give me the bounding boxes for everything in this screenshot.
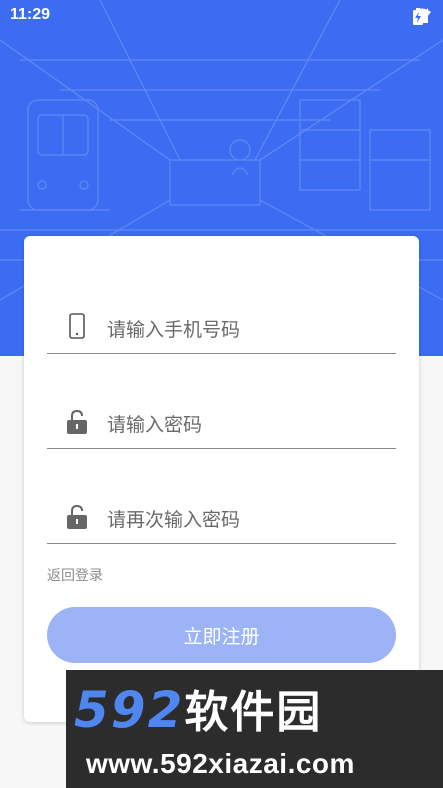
- password-input[interactable]: [107, 407, 387, 443]
- watermark-logo-text: 软件园: [184, 687, 323, 738]
- phone-field[interactable]: [47, 312, 396, 354]
- register-button[interactable]: 立即注册: [47, 607, 396, 663]
- back-to-login-link[interactable]: 返回登录: [47, 565, 103, 585]
- watermark-logo-number: 592: [74, 681, 185, 739]
- watermark-url: www.592xiazai.com: [86, 748, 355, 779]
- watermark-logo: 592软件园: [74, 676, 322, 740]
- battery-charging-icon: [413, 8, 423, 25]
- phone-input[interactable]: [107, 312, 387, 348]
- register-card: 返回登录 立即注册: [24, 236, 419, 722]
- password-field[interactable]: [47, 407, 396, 449]
- confirm-password-field[interactable]: [47, 502, 396, 544]
- status-time: 11:29: [10, 6, 51, 23]
- phone-icon: [69, 313, 85, 339]
- unlock-icon: [67, 504, 87, 529]
- watermark: 592软件园 www.592xiazai.com: [66, 670, 443, 788]
- status-bar: 11:29: [0, 0, 443, 32]
- confirm-password-input[interactable]: [107, 502, 387, 538]
- unlock-icon: [67, 409, 87, 434]
